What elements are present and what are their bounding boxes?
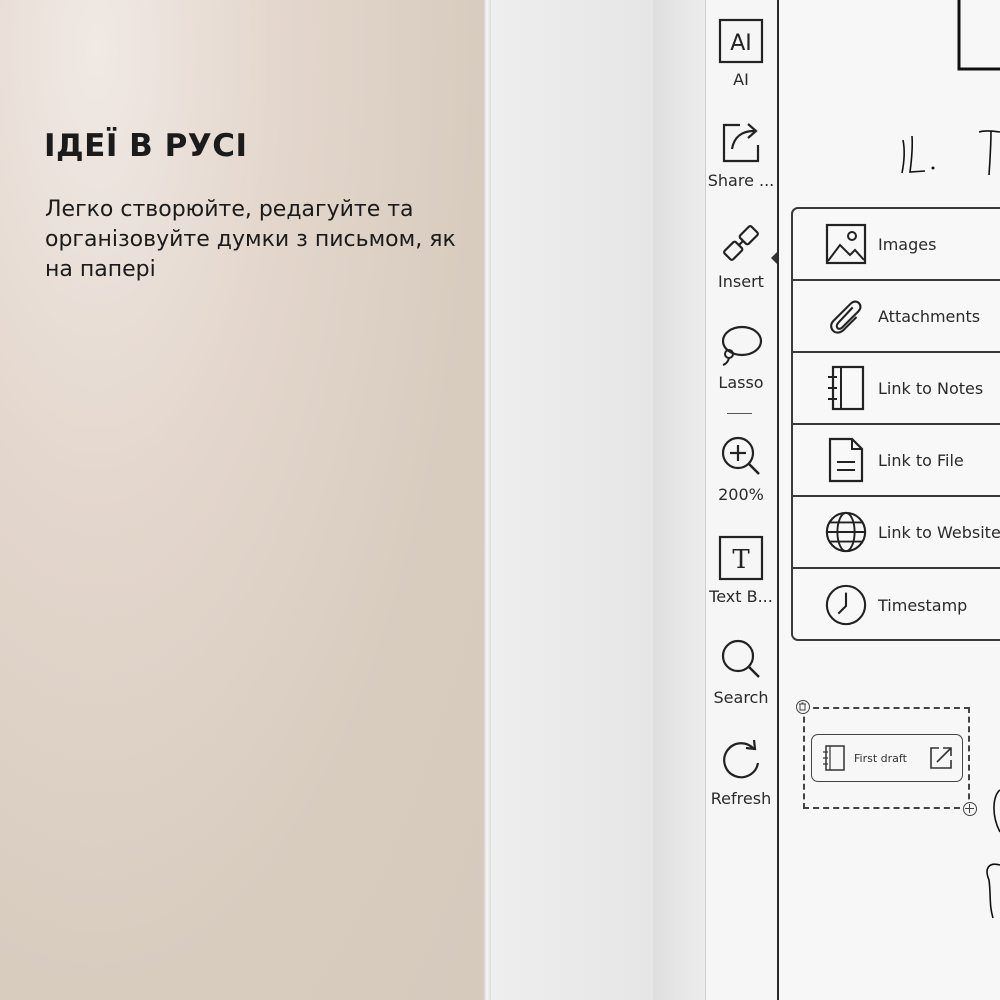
trash-icon — [799, 702, 806, 711]
paperclip-icon — [830, 300, 862, 334]
toolbar-zoom-label: 200% — [718, 485, 764, 504]
screen-margin — [653, 0, 705, 1000]
promo-panel: ІДЕЇ В РУСІ Легко створюйте, редагуйте т… — [0, 0, 483, 1000]
toolbar-lasso-label: Lasso — [718, 373, 764, 392]
link-card-first-draft[interactable]: First draft — [811, 734, 963, 782]
toolbar-search-label: Search — [713, 688, 769, 707]
insert-menu-attachments-label: Attachments — [878, 306, 981, 326]
delete-handle[interactable] — [796, 700, 810, 714]
lasso-icon — [721, 325, 763, 366]
insert-menu-link-to-website-label: Link to Website — [878, 522, 1000, 542]
search-icon — [721, 639, 760, 678]
refresh-icon — [723, 739, 760, 779]
insert-icon — [723, 225, 759, 261]
insert-menu-item-attachments[interactable]: Attachments — [793, 281, 1000, 353]
insert-menu-item-images[interactable]: Images — [793, 209, 1000, 281]
toolbar-textbox-label: Text B... — [709, 587, 773, 606]
notebook-icon — [823, 745, 845, 771]
clock-icon — [825, 584, 867, 626]
insert-menu-item-link-to-file[interactable]: Link to File — [793, 425, 1000, 497]
toolbar-textbox-button[interactable]: T Text B... — [705, 535, 777, 606]
toolbar-separator — [727, 413, 752, 414]
toolbar-share-label: Share ... — [707, 171, 775, 190]
globe-icon — [825, 511, 867, 553]
insert-menu-item-link-to-website[interactable]: Link to Website — [793, 497, 1000, 569]
ai-icon: AI — [718, 18, 764, 64]
toolbar-zoom-button[interactable]: 200% — [705, 433, 777, 504]
toolbar-insert-button[interactable]: Insert — [705, 220, 777, 291]
move-handle[interactable] — [963, 802, 977, 816]
toolbar-insert-label: Insert — [718, 272, 764, 291]
svg-text:AI: AI — [730, 31, 752, 56]
insert-menu: Images Attachments Link to Notes Link to… — [791, 207, 1000, 641]
promo-description: Легко створюйте, редагуйте та організову… — [45, 197, 456, 282]
zoom-in-icon — [721, 436, 760, 475]
file-icon — [828, 437, 864, 483]
insert-menu-link-to-notes-label: Link to Notes — [878, 378, 984, 398]
toolbar-share-button[interactable]: Share ... — [705, 119, 777, 190]
toolbar-search-button[interactable]: Search — [705, 636, 777, 707]
image-icon — [825, 223, 867, 265]
insert-menu-images-label: Images — [878, 234, 937, 254]
move-icon — [965, 804, 974, 813]
insert-menu-link-to-file-label: Link to File — [878, 450, 964, 470]
toolbar-ai-button[interactable]: AI AI — [705, 18, 777, 89]
device-bezel — [491, 0, 653, 1000]
notebook-icon — [828, 365, 865, 411]
device-edge — [483, 0, 491, 1000]
text-box-icon: T — [718, 535, 764, 581]
share-icon — [722, 123, 760, 163]
promo-title: ІДЕЇ В РУСІ — [44, 128, 248, 164]
link-card-label: First draft — [854, 751, 907, 765]
insert-menu-timestamp-label: Timestamp — [878, 595, 968, 615]
toolbar-refresh-label: Refresh — [710, 789, 772, 808]
svg-text:T: T — [732, 545, 750, 575]
toolbar-lasso-button[interactable]: Lasso — [705, 321, 777, 392]
insert-menu-item-timestamp[interactable]: Timestamp — [793, 569, 1000, 641]
open-link-icon[interactable] — [928, 745, 954, 771]
insert-menu-item-link-to-notes[interactable]: Link to Notes — [793, 353, 1000, 425]
toolbar-ai-label: AI — [733, 70, 749, 89]
toolbar-refresh-button[interactable]: Refresh — [705, 737, 777, 808]
